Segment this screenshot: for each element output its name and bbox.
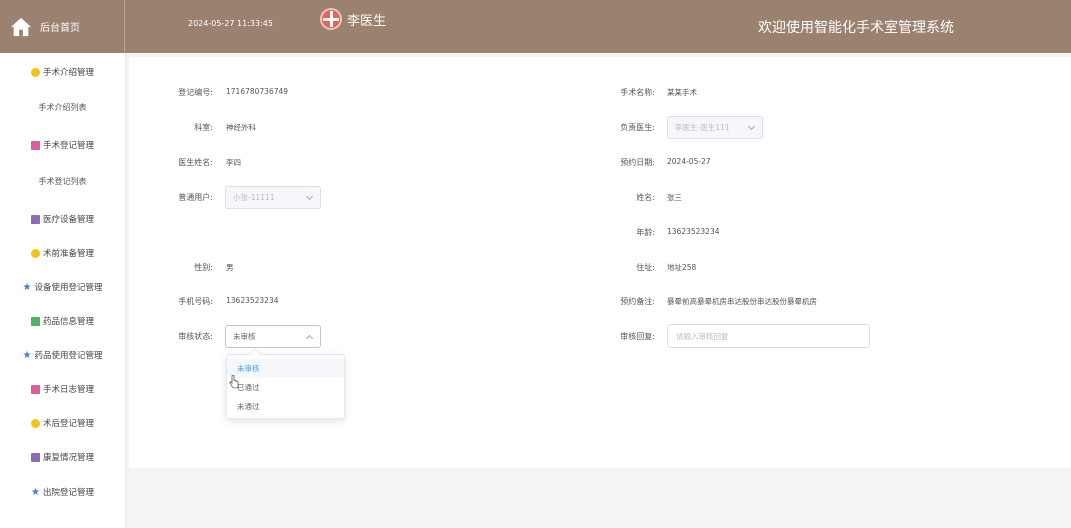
doctor-name-value: 李四: [226, 158, 241, 167]
age-label: 年龄:: [636, 228, 655, 237]
sidebar-item-surgery-log[interactable]: 手术日志管理: [0, 379, 125, 399]
sidebar-item-surgery-register[interactable]: 手术登记管理: [0, 135, 125, 155]
sidebar-item-recovery[interactable]: 康复情况管理: [0, 447, 125, 467]
user-label: 普通用户:: [178, 193, 213, 202]
sidebar-item-equipment-usage[interactable]: ★ 设备使用登记管理: [0, 277, 125, 297]
audit-status-select[interactable]: 未审核: [225, 325, 321, 348]
address-label: 住址:: [636, 263, 655, 272]
phone-value: 13623523234: [226, 296, 279, 305]
yellow-dot-icon: [30, 248, 40, 258]
sidebar-item-postop[interactable]: 术后登记管理: [0, 413, 125, 433]
address-value: 地址258: [667, 263, 697, 272]
blue-star-icon: ★: [30, 486, 40, 498]
dropdown-option-approved[interactable]: 已通过: [227, 378, 344, 397]
chevron-down-icon: [747, 122, 756, 131]
page-background: [129, 468, 1071, 528]
audit-status-label: 审核状态:: [178, 332, 213, 341]
sidebar-subitem-surgery-intro-list[interactable]: 手术介绍列表: [0, 98, 125, 116]
home-label: 后台首页: [40, 23, 80, 34]
reg-no-label: 登记编号:: [178, 88, 213, 97]
phone-label: 手机号码:: [178, 297, 213, 306]
sidebar-item-drug-usage[interactable]: ★ 药品使用登记管理: [0, 345, 125, 365]
dropdown-option-rejected[interactable]: 未通过: [227, 397, 344, 416]
welcome-text: 欢迎使用智能化手术室管理系统: [758, 20, 954, 36]
surgery-name-label: 手术名称:: [620, 88, 655, 97]
sidebar-item-medical-equipment[interactable]: 医疗设备管理: [0, 209, 125, 229]
doctor-label: 负责医生:: [620, 123, 655, 132]
yellow-dot-icon: [30, 67, 40, 77]
appt-note-label: 预约备注:: [620, 297, 655, 306]
top-header: 后台首页 2024-05-27 11:33:45 李医生 欢迎使用智能化手术室管…: [0, 0, 1071, 53]
user-select[interactable]: 小张-11111: [225, 186, 321, 209]
pointer-cursor-icon: [229, 375, 239, 389]
chevron-down-icon: [305, 192, 314, 201]
home-icon: [10, 17, 32, 36]
purple-square-icon: [30, 452, 40, 462]
user-name: 李医生: [347, 13, 387, 29]
appt-date-label: 预约日期:: [620, 158, 655, 167]
dropdown-option-pending[interactable]: 未审核: [227, 359, 344, 378]
appt-date-value: 2024-05-27: [667, 157, 711, 166]
doctor-select[interactable]: 李医生-医生111: [667, 116, 763, 139]
avatar: [320, 8, 342, 30]
dept-label: 科室:: [194, 123, 213, 132]
audit-reply-input[interactable]: 请输入审核回复: [667, 324, 870, 348]
sidebar-item-drug-info[interactable]: 药品信息管理: [0, 311, 125, 331]
green-square-icon: [30, 316, 40, 326]
pink-square-icon: [30, 384, 40, 394]
gender-value: 男: [226, 263, 234, 272]
sidebar-item-discharge[interactable]: ★ 出院登记管理: [0, 482, 125, 502]
blue-star-icon: ★: [22, 349, 32, 361]
pink-square-icon: [30, 140, 40, 150]
appt-note-value: 暴晕前高暴晕机房串达股份串达股份暴晕机房: [667, 297, 817, 306]
home-link[interactable]: 后台首页: [0, 0, 125, 53]
user-info[interactable]: 李医生: [320, 8, 386, 30]
datetime: 2024-05-27 11:33:45: [188, 19, 273, 28]
sidebar-item-surgery-intro[interactable]: 手术介绍管理: [0, 62, 125, 82]
sidebar-subitem-surgery-register-list[interactable]: 手术登记列表: [0, 172, 125, 190]
gender-label: 性别:: [194, 263, 213, 272]
audit-status-dropdown: 未审核 已通过 未通过: [226, 348, 345, 419]
purple-square-icon: [30, 214, 40, 224]
name-label: 姓名:: [636, 193, 655, 202]
name-value: 张三: [667, 193, 682, 202]
yellow-dot-icon: [30, 418, 40, 428]
sidebar: 手术介绍管理 手术介绍列表 手术登记管理 手术登记列表 医疗设备管理 术前准备管…: [0, 53, 126, 528]
chevron-up-icon: [305, 334, 314, 343]
blue-star-icon: ★: [22, 281, 32, 293]
doctor-name-label: 医生姓名:: [178, 158, 213, 167]
surgery-name-value: 某某手术: [667, 88, 697, 97]
audit-reply-label: 审核回复:: [620, 332, 655, 341]
age-value: 13623523234: [667, 227, 720, 236]
sidebar-item-preop[interactable]: 术前准备管理: [0, 243, 125, 263]
dept-value: 神经外科: [226, 123, 256, 132]
reg-no-value: 1716780736749: [226, 87, 289, 96]
